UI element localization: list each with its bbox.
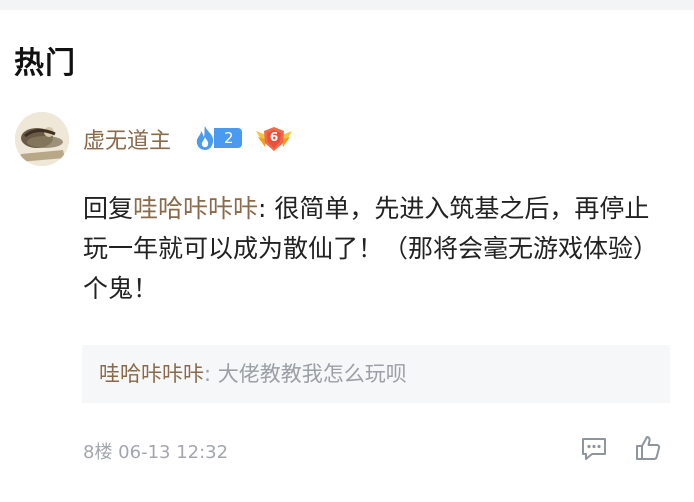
mention-username[interactable]: 哇哈咔咔咔 [133,194,258,223]
user-avatar[interactable] [15,112,69,166]
comment-icon[interactable] [580,436,608,462]
reply-prefix: 回复 [83,194,134,223]
thumbs-up-icon[interactable] [634,434,662,462]
level-number: 2 [214,128,242,148]
comment-meta: 8楼 06-13 12:32 [83,442,229,463]
quote-text: : 大佬教教我怎么玩呗 [204,362,407,386]
avatar-image [15,112,69,166]
comment-content: 回复哇哈咔咔咔: 很简单，先进入筑基之后，再停止玩一年就可以成为散仙了！（那将会… [83,189,673,309]
rank-number: 6 [269,130,279,144]
username[interactable]: 虚无道主 [83,123,171,155]
flame-icon [196,126,214,150]
level-badge: 2 [192,126,242,150]
rank-badge: 6 [254,125,294,153]
top-divider [0,0,694,10]
quote-username[interactable]: 哇哈咔咔咔 [99,362,204,386]
quoted-reply[interactable]: 哇哈咔咔咔: 大佬教教我怎么玩呗 [82,345,670,403]
section-title: 热门 [14,46,76,81]
